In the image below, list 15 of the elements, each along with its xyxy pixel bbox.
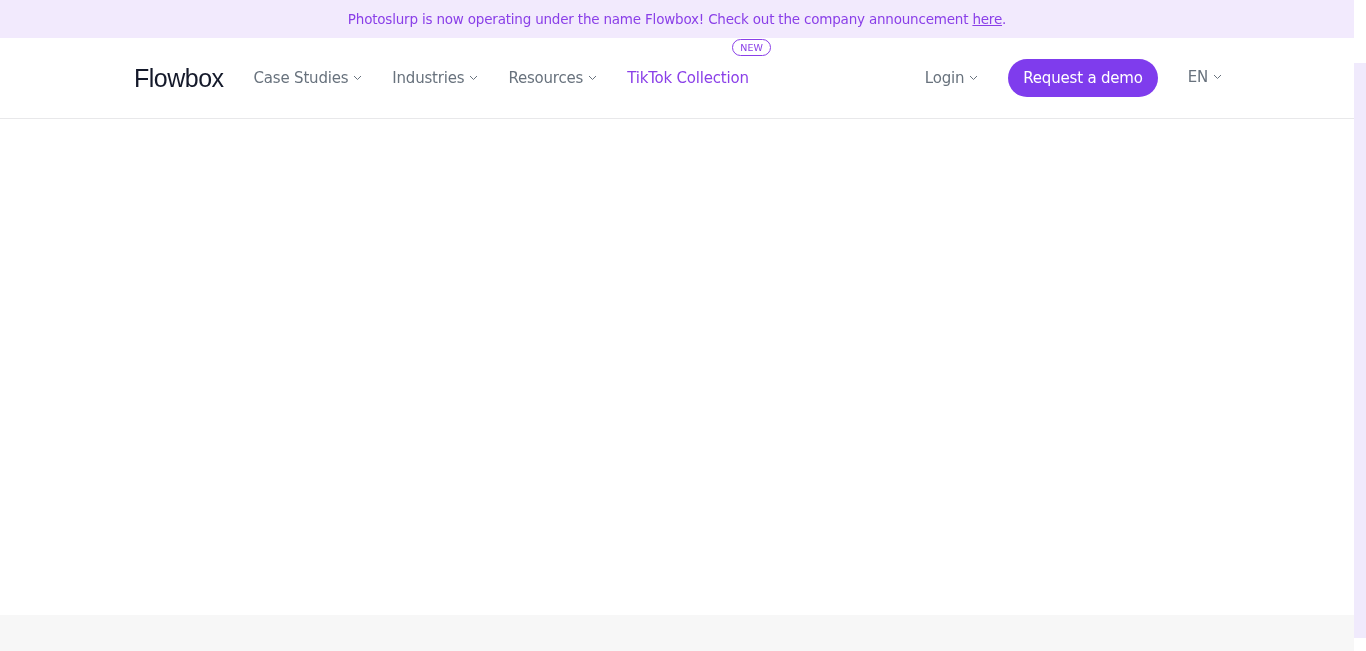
- caret-icon: [469, 75, 479, 81]
- language-dropdown[interactable]: EN: [1187, 68, 1222, 86]
- nav-dropdown[interactable]: Case Studies: [253, 69, 363, 87]
- request-demo-button[interactable]: Request a demo: [1008, 59, 1158, 97]
- nav-dropdown[interactable]: Resources: [508, 69, 598, 87]
- caret-icon: [353, 75, 363, 81]
- caret-icon: [588, 75, 598, 81]
- logo[interactable]: Flowbox: [134, 63, 224, 93]
- announcement-text: Photoslurp is now operating under the name Flowbox! Check out the company announcement: [347, 11, 970, 27]
- nav-link[interactable]: TikTok Collection: [627, 69, 749, 87]
- nav-dropdown[interactable]: Industries: [392, 69, 479, 87]
- announcement-period: .: [1002, 11, 1007, 27]
- login-dropdown[interactable]: Login: [924, 69, 979, 87]
- caret-icon: [969, 75, 979, 81]
- caret-icon: [1213, 74, 1222, 80]
